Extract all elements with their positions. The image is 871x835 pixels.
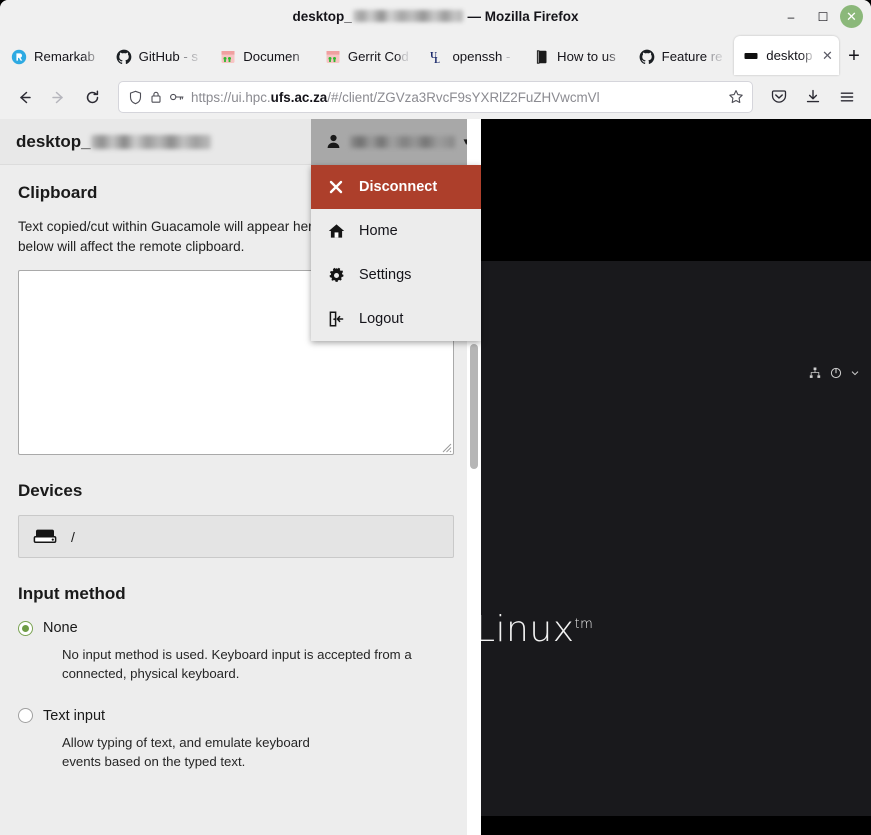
tab-label: GitHub - s [138,49,198,64]
svg-text:L: L [434,55,440,65]
menu-item-label: Settings [359,267,412,283]
back-button[interactable] [8,81,40,113]
window-titlebar: desktop_ — Mozilla Firefox – ☐ ✕ [0,0,871,33]
browser-tab-2[interactable]: Documen [211,38,316,75]
device-list-item[interactable]: / [18,515,454,559]
menu-item-logout[interactable]: Logout [311,297,481,341]
page-content: Linuxtm desktop_ Clipboard Text copied/c… [0,119,871,835]
lock-icon [151,91,161,103]
app-menu-button[interactable] [831,81,863,113]
forward-button[interactable] [42,81,74,113]
remote-system-tray[interactable] [809,367,859,379]
devices-section: Devices / [18,481,455,559]
browser-tab-3[interactable]: Gerrit Cod [316,38,421,75]
menu-item-settings[interactable]: Settings [311,253,481,297]
gear-icon [327,267,345,284]
key-icon [170,93,184,101]
minimize-button[interactable]: – [776,2,806,32]
input-method-option-none[interactable]: None [18,620,455,636]
document-favicon [221,50,235,63]
remote-top-region [481,119,871,261]
book-favicon [536,49,547,64]
ufs-favicon: U L [430,50,440,65]
menu-item-label: Home [359,223,398,239]
remote-desktop-display[interactable]: Linuxtm [475,119,871,835]
guacamole-panel-header: desktop_ ▾ [0,119,481,165]
tab-label: How to us [557,49,616,64]
new-tab-button[interactable]: + [839,40,869,72]
maximize-button[interactable]: ☐ [808,2,838,32]
tab-strip: Remarkab GitHub - s Documen Gerrit Cod U… [0,33,871,75]
pocket-button[interactable] [763,81,795,113]
window-title-redacted [352,10,463,22]
url-text: https://ui.hpc.ufs.ac.za/#/client/ZGVza3… [191,89,600,105]
username-redacted [350,135,456,148]
tab-label: Documen [243,49,300,64]
connection-name: desktop_ [0,132,211,152]
user-menu-button[interactable]: ▾ [311,119,481,165]
user-avatar-icon [327,134,340,148]
input-method-section: Input method None No input method is use… [18,584,455,771]
device-name: / [71,528,75,545]
home-icon [327,223,345,239]
browser-tab-5[interactable]: How to us [525,38,630,75]
radio-none-label: None [43,620,78,637]
github-favicon [116,49,131,64]
menu-item-label: Disconnect [359,179,438,195]
window-title-suffix: — Mozilla Firefox [463,9,579,24]
remote-mid-region: Linuxtm [475,261,871,816]
radio-text-input-description: Allow typing of text, and emulate keyboa… [62,734,310,769]
input-method-heading: Input method [18,584,126,604]
drive-icon [33,530,57,544]
browser-tab-1[interactable]: GitHub - s [107,38,212,75]
tab-label: desktop [766,48,813,63]
caret-down-icon[interactable] [851,369,859,377]
user-dropdown-menu: Disconnect Home Settings Logout [311,165,481,341]
tab-label: Remarkab [34,49,95,64]
terminal-favicon [744,52,758,59]
panel-scrollbar-thumb[interactable] [470,344,478,469]
connection-name-redacted [90,134,211,149]
tab-close-button[interactable]: ✕ [822,49,833,62]
tab-label: openssh - [452,49,511,64]
tab-label: Feature re [661,49,723,64]
github-favicon [639,49,654,64]
input-method-option-text-input[interactable]: Text input [18,708,455,724]
remote-bottom-region [481,816,871,835]
radio-none-description: No input method is used. Keyboard input … [62,647,412,682]
downloads-button[interactable] [797,81,829,113]
firefox-window: desktop_ — Mozilla Firefox – ☐ ✕ Remarka… [0,0,871,835]
linux-brand-text: Linuxtm [475,609,594,650]
gerrit-favicon [326,50,340,63]
tab-label: Gerrit Cod [347,49,409,64]
address-bar[interactable]: https://ui.hpc.ufs.ac.za/#/client/ZGVza3… [118,81,753,113]
menu-item-home[interactable]: Home [311,209,481,253]
radio-text-input-label: Text input [43,707,106,724]
devices-heading: Devices [18,481,83,501]
radio-none[interactable] [18,620,33,636]
remarkable-favicon [11,49,27,64]
navigation-toolbar: https://ui.hpc.ufs.ac.za/#/client/ZGVza3… [0,75,871,119]
browser-tab-0[interactable]: Remarkab [2,38,107,75]
browser-tab-6[interactable]: Feature re [630,38,735,75]
browser-tab-active-desktop[interactable]: desktop ✕ [734,36,839,75]
power-icon[interactable] [830,367,842,379]
window-controls: – ☐ ✕ [776,2,871,32]
radio-text-input[interactable] [18,708,33,724]
network-icon[interactable] [809,367,821,379]
close-x-icon [327,179,345,195]
reload-button[interactable] [76,81,108,113]
menu-item-disconnect[interactable]: Disconnect [311,165,481,209]
window-title: desktop_ — Mozilla Firefox [0,9,871,24]
browser-tab-4[interactable]: U L openssh - [420,38,525,75]
close-button[interactable]: ✕ [840,5,863,28]
shield-icon [129,90,142,104]
bookmark-star-icon[interactable] [728,89,744,105]
logout-icon [327,311,345,327]
window-title-prefix: desktop_ [292,9,352,24]
menu-item-label: Logout [359,311,404,327]
